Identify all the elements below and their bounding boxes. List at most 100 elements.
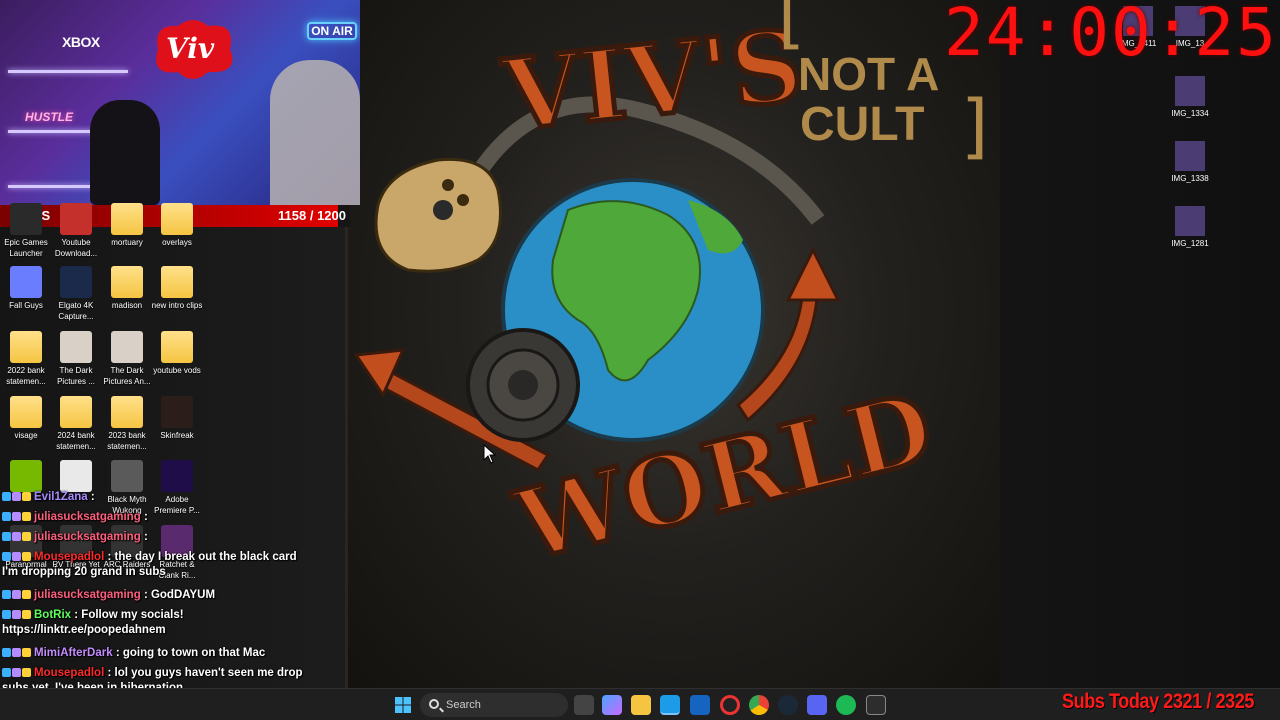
- chat-badge-icon: [2, 552, 11, 561]
- desktop-icon[interactable]: Skinfreak: [151, 396, 203, 442]
- desktop-icon[interactable]: 2024 bank statemen...: [50, 396, 102, 452]
- app-icon: [10, 203, 42, 235]
- photo-file-icon[interactable]: IMG_1334: [1166, 76, 1214, 118]
- desktop-icon[interactable]: madison: [101, 266, 153, 312]
- obs-icon[interactable]: [720, 695, 740, 715]
- subs-goal-count: 1158 / 1200: [278, 208, 346, 223]
- chat-badge-icon: [22, 532, 31, 541]
- chat-badge-icon: [22, 590, 31, 599]
- chat-badge-icon: [12, 610, 21, 619]
- chat-badge-icon: [12, 512, 21, 521]
- app-icon: [60, 266, 92, 298]
- chat-message: juliasucksatgaming :: [2, 510, 314, 525]
- taskbar-search-box[interactable]: Search: [420, 693, 568, 717]
- chrome-icon[interactable]: [749, 695, 769, 715]
- desktop-icon-label: overlays: [162, 238, 192, 247]
- chat-badge-icon: [22, 610, 31, 619]
- search-icon: [429, 699, 439, 709]
- desktop-icon[interactable]: youtube vods: [151, 331, 203, 377]
- desktop-icon-label: Skinfreak: [160, 431, 194, 440]
- photo-file-icon[interactable]: IMG_1281: [1166, 206, 1214, 248]
- discord-icon[interactable]: [807, 695, 827, 715]
- chat-badge-icon: [12, 590, 21, 599]
- image-thumbnail-icon: [1175, 206, 1205, 236]
- svg-text:CULT: CULT: [800, 98, 924, 151]
- chat-badge-icon: [22, 552, 31, 561]
- chat-text: : GodDAYUM: [143, 589, 216, 601]
- photo-file-label: IMG_1334: [1171, 109, 1209, 118]
- app-icon: [60, 203, 92, 235]
- microsoft-store-icon[interactable]: [690, 695, 710, 715]
- photo-file-icon[interactable]: IMG_1338: [1166, 141, 1214, 183]
- desktop-icon-label: 2022 bank statemen...: [6, 366, 46, 386]
- desktop-icon[interactable]: Elgato 4K Capture...: [50, 266, 102, 322]
- app-icon: [111, 331, 143, 363]
- chat-badge-icon: [12, 648, 21, 657]
- desktop-icon-label: Youtube Download...: [54, 238, 98, 258]
- desktop-icon-label: The Dark Pictures An...: [103, 366, 151, 386]
- svg-text:VIV'S: VIV'S: [497, 8, 807, 154]
- terminal-icon[interactable]: [866, 695, 886, 715]
- chat-username: juliasucksatgaming: [34, 589, 141, 601]
- desktop-icon[interactable]: Fall Guys: [0, 266, 52, 312]
- desktop-icon-label: new intro clips: [151, 301, 203, 310]
- windows-start-icon[interactable]: [395, 697, 411, 713]
- folder-icon: [10, 331, 42, 363]
- chat-text: :: [90, 491, 95, 503]
- desktop-icon[interactable]: visage: [0, 396, 52, 442]
- stream-timer: 24:00:25: [944, 0, 1278, 71]
- desktop-icon[interactable]: new intro clips: [151, 266, 203, 312]
- desktop-icon[interactable]: Epic Games Launcher: [0, 203, 52, 259]
- folder-icon: [10, 396, 42, 428]
- svg-text:]: ]: [956, 85, 998, 167]
- steam-icon[interactable]: [778, 695, 798, 715]
- chat-badge-icon: [12, 492, 21, 501]
- desktop-icon[interactable]: 2022 bank statemen...: [0, 331, 52, 387]
- folder-icon: [111, 203, 143, 235]
- chat-username: juliasucksatgaming: [34, 511, 141, 523]
- file-explorer-icon[interactable]: [631, 695, 651, 715]
- task-view-icon[interactable]: [574, 695, 594, 715]
- desktop-icon-label: madison: [111, 301, 143, 310]
- chat-text: :: [143, 511, 148, 523]
- spotify-icon[interactable]: [836, 695, 856, 715]
- chat-badge-icon: [2, 532, 11, 541]
- desktop-icon-label: The Dark Pictures ...: [57, 366, 95, 386]
- desktop-icon[interactable]: 2023 bank statemen...: [101, 396, 153, 452]
- hustle-neon-sign: HUSTLE: [25, 110, 73, 124]
- cursor-arrow-icon: [483, 444, 497, 464]
- chat-badge-icon: [2, 668, 11, 677]
- desktop-icon-label: Fall Guys: [9, 301, 43, 310]
- desktop-icon[interactable]: The Dark Pictures ...: [50, 331, 102, 387]
- shelf-light: [8, 70, 128, 73]
- chat-text: :: [143, 531, 148, 543]
- app-icon: [161, 396, 193, 428]
- copilot-icon[interactable]: [602, 695, 622, 715]
- chat-message: juliasucksatgaming : GodDAYUM: [2, 588, 314, 603]
- search-placeholder: Search: [446, 699, 481, 711]
- desktop-icon[interactable]: Youtube Download...: [50, 203, 102, 259]
- photo-file-label: IMG_1338: [1171, 174, 1209, 183]
- app-icon: [10, 266, 42, 298]
- desktop-icon-label: 2023 bank statemen...: [107, 431, 147, 451]
- chat-message: BotRix : Follow my socials! https://link…: [2, 608, 314, 638]
- on-air-sign: ON AIR: [307, 22, 357, 40]
- chat-badge-icon: [2, 648, 11, 657]
- chat-username: Mousepadlol: [34, 551, 105, 563]
- desktop-icon[interactable]: overlays: [151, 203, 203, 249]
- edge-browser-icon[interactable]: [660, 695, 680, 715]
- chat-badge-icon: [22, 492, 31, 501]
- image-thumbnail-icon: [1175, 141, 1205, 171]
- chat-overlay: Evil1Zana : juliasucksatgaming : juliasuck…: [0, 488, 316, 720]
- desktop-icon-label: mortuary: [111, 238, 143, 247]
- chat-message: juliasucksatgaming :: [2, 530, 314, 545]
- desktop-icon[interactable]: The Dark Pictures An...: [101, 331, 153, 387]
- chat-badge-icon: [12, 532, 21, 541]
- chat-username: Evil1Zana: [34, 491, 88, 503]
- desktop-icon-label: 2024 bank statemen...: [56, 431, 96, 451]
- chat-text: : going to town on that Mac: [115, 647, 266, 659]
- desktop-icon[interactable]: mortuary: [101, 203, 153, 249]
- chat-badge-icon: [2, 610, 11, 619]
- image-thumbnail-icon: [1175, 76, 1205, 106]
- desktop-icon-label: Elgato 4K Capture...: [58, 301, 94, 321]
